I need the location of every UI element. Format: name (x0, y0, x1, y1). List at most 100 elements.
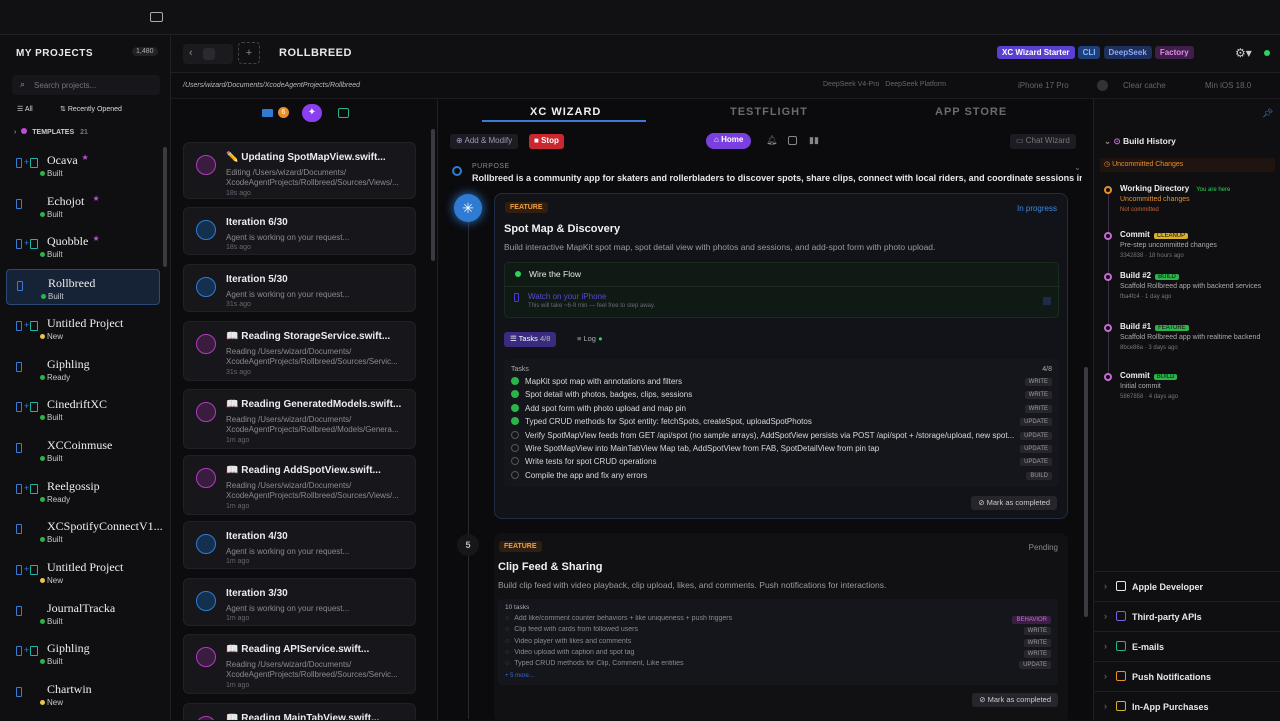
wizard-icon[interactable]: ✦ (302, 104, 322, 122)
task-item[interactable]: MapKit spot map with annotations and fil… (511, 377, 1051, 386)
project-item[interactable]: XCCoinmuse Built (6, 432, 160, 468)
tasks-tab[interactable]: ☰ Tasks 4/8 (504, 332, 557, 347)
project-item[interactable]: + Reelgossip Ready (6, 473, 160, 509)
run-icon[interactable] (1097, 80, 1108, 91)
back-button[interactable]: ‹ (183, 44, 233, 64)
project-item[interactable]: + Untitled Project New (6, 554, 160, 590)
deepseek-badge[interactable]: DeepSeek (1103, 46, 1152, 59)
chat-wizard-button[interactable]: ▭ Chat Wizard (1010, 134, 1076, 149)
main-scrollbar[interactable] (1084, 367, 1088, 617)
feature-card-clip-feed[interactable]: FEATURE Pending Clip Feed & Sharing Buil… (494, 533, 1068, 720)
feed-card[interactable]: Iteration 3/30 Agent is working on your r… (183, 578, 416, 626)
project-item[interactable]: + Giphling Built (6, 635, 160, 671)
watch-link[interactable]: Watch on your iPhone (528, 292, 606, 301)
task-item[interactable]: ○ Clip feed with cards from followed user… (505, 626, 1045, 633)
chart-icon[interactable]: ▮▮ (809, 135, 819, 146)
factory-badge[interactable]: Factory (1154, 46, 1194, 59)
history-item[interactable]: Working Directory You are here Uncommitted… (1120, 184, 1270, 215)
pin-icon[interactable]: 📌︎ (1262, 108, 1273, 119)
bell-icon[interactable]: 🔔︎ (766, 135, 777, 146)
task-item[interactable]: Verify SpotMapView feeds from GET /api/s… (511, 430, 1051, 440)
search-box[interactable]: ⌕ (12, 75, 160, 95)
filter-all-button[interactable]: ☰ All (17, 105, 33, 113)
task-item[interactable]: ○ Add like/comment counter behaviors + li… (505, 615, 1045, 622)
feed-card[interactable]: 📖 Reading APIService.swift... Reading /Us… (183, 634, 416, 694)
add-modify-button[interactable]: ⊕ Add & Modify (450, 134, 519, 149)
project-item[interactable]: Rollbreed Built (6, 269, 160, 306)
expand-icon[interactable] (1043, 297, 1051, 305)
history-item[interactable]: Build #2 BUILD Scaffold Rollbreed app with… (1120, 271, 1270, 302)
task-item[interactable]: Spot detail with photos, badges, clips, … (511, 390, 1051, 399)
project-item[interactable]: XCSpotifyConnectV1... Built (6, 513, 163, 549)
feed-card-detail: Agent is working on your request... (226, 604, 350, 613)
feed-card[interactable]: 📖 Reading MainTabView.swift... (183, 703, 416, 720)
mark-completed-button[interactable]: ⊘ Mark as completed (971, 496, 1057, 510)
filter-recent-button[interactable]: ⇅ Recently Opened (60, 105, 122, 113)
home-button[interactable]: ⌂ Home (706, 133, 752, 149)
section-push-notifications[interactable]: › Push Notifications (1094, 661, 1280, 691)
task-item[interactable]: Write tests for spot CRUD operations (511, 457, 1051, 466)
history-item[interactable]: Build #1 FEATURE Scaffold Rollbreed app wi… (1120, 322, 1270, 353)
project-item[interactable]: Giphling Ready (6, 351, 160, 387)
clear-cache-button[interactable]: Clear cache (1123, 81, 1166, 90)
task-item[interactable]: Compile the app and fix any errors (511, 470, 1051, 480)
chevron-right-icon: › (14, 129, 17, 136)
tab-app-store[interactable]: APP STORE (935, 106, 1007, 118)
feed-card[interactable]: 📖 Reading AddSpotView.swift... Reading /U… (183, 455, 416, 515)
tasks-tab-count: 4/8 (539, 334, 551, 343)
purpose-chevron-icon[interactable]: ⌄ (1074, 163, 1081, 172)
tab-xc-wizard[interactable]: XC WIZARD (530, 106, 601, 118)
history-item[interactable]: Commit BUILD Initial commit 5867858 · 4 day… (1120, 371, 1270, 402)
task-item[interactable]: Add spot form with photo upload and map … (511, 403, 1051, 413)
tab-testflight[interactable]: TESTFLIGHT (730, 106, 808, 118)
feed-card[interactable]: Iteration 6/30 Agent is working on your r… (183, 207, 416, 255)
sidebar-scrollbar[interactable] (163, 147, 167, 267)
feature-card-spot-map[interactable]: FEATURE In progress Spot Map & Discovery… (494, 193, 1068, 519)
project-item[interactable]: JournalTracka Built (6, 595, 160, 631)
device-selector[interactable]: iPhone 17 Pro (1018, 81, 1069, 90)
feed-card[interactable]: 📖 Reading GeneratedModels.swift... Readin… (183, 389, 416, 449)
build-history-header[interactable]: ⌄ ⊙ Build History (1104, 136, 1176, 147)
project-item[interactable]: + Untitled Project New (6, 310, 160, 346)
sidebar: MY PROJECTS 1,480 ⌕ ☰ All ⇅ Recently Ope… (0, 35, 171, 720)
cli-badge[interactable]: CLI (1077, 46, 1101, 59)
chevron-left-icon: ‹ (189, 47, 193, 59)
search-input[interactable] (34, 78, 154, 92)
templates-row[interactable]: › TEMPLATES 21 (14, 128, 88, 136)
section-apple-developer[interactable]: › Apple Developer (1094, 571, 1280, 601)
more-link[interactable]: + 5 more... (505, 673, 534, 679)
feed-scrollbar[interactable] (431, 129, 435, 261)
project-item[interactable]: + Quobble ★ Built (6, 228, 160, 264)
gear-icon[interactable]: ⚙▾ (1235, 46, 1252, 60)
project-item[interactable]: Echojot ★ Built (6, 188, 160, 224)
task-item[interactable]: Typed CRUD methods for Spot entity: fetc… (511, 417, 1051, 426)
log-tab[interactable]: ≡ Log ● (577, 334, 603, 343)
project-item[interactable]: Chartwin New (6, 676, 160, 712)
project-item[interactable]: + Ocava ★ Built (6, 147, 160, 183)
database-icon[interactable] (788, 136, 797, 145)
stop-button[interactable]: ■ Stop (529, 134, 564, 149)
model-selector[interactable]: DeepSeek V4-Pro DeepSeek Platform (823, 81, 946, 88)
project-status: Built (48, 292, 64, 302)
project-item[interactable]: + CinedriftXC Built (6, 391, 160, 427)
min-ios-label[interactable]: Min iOS 18.0 (1205, 81, 1251, 90)
task-item[interactable]: ○ Typed CRUD methods for Clip, Comment, L… (505, 660, 1045, 667)
folder-icon[interactable] (262, 109, 273, 117)
section-in-app-purchases[interactable]: › In-App Purchases (1094, 691, 1280, 721)
plan-badge[interactable]: XC Wizard Starter (997, 46, 1075, 59)
section-third-party-apis[interactable]: › Third-party APIs (1094, 601, 1280, 631)
task-item[interactable]: ○ Video upload with caption and spot tag (505, 649, 1045, 656)
task-item[interactable]: ○ Video player with likes and comments (505, 638, 1045, 645)
sidebar-toggle-icon[interactable] (150, 12, 163, 22)
history-item[interactable]: Commit CLEANUP Pre-step uncommitted change… (1120, 230, 1270, 261)
project-title: ROLLBREED (279, 47, 352, 59)
mark-completed-button[interactable]: ⊘ Mark as completed (972, 693, 1058, 707)
feed-card[interactable]: ✏️ Updating SpotMapView.swift... Editing … (183, 142, 416, 199)
feed-card[interactable]: 📖 Reading StorageService.swift... Reading… (183, 321, 416, 381)
feed-card[interactable]: Iteration 4/30 Agent is working on your r… (183, 521, 416, 569)
terminal-icon[interactable] (338, 108, 349, 118)
feed-card[interactable]: Iteration 5/30 Agent is working on your r… (183, 264, 416, 312)
section-e-mails[interactable]: › E-mails (1094, 631, 1280, 661)
new-button[interactable]: + (238, 42, 260, 64)
task-item[interactable]: Wire SpotMapView into MainTabView Map ta… (511, 444, 1051, 453)
